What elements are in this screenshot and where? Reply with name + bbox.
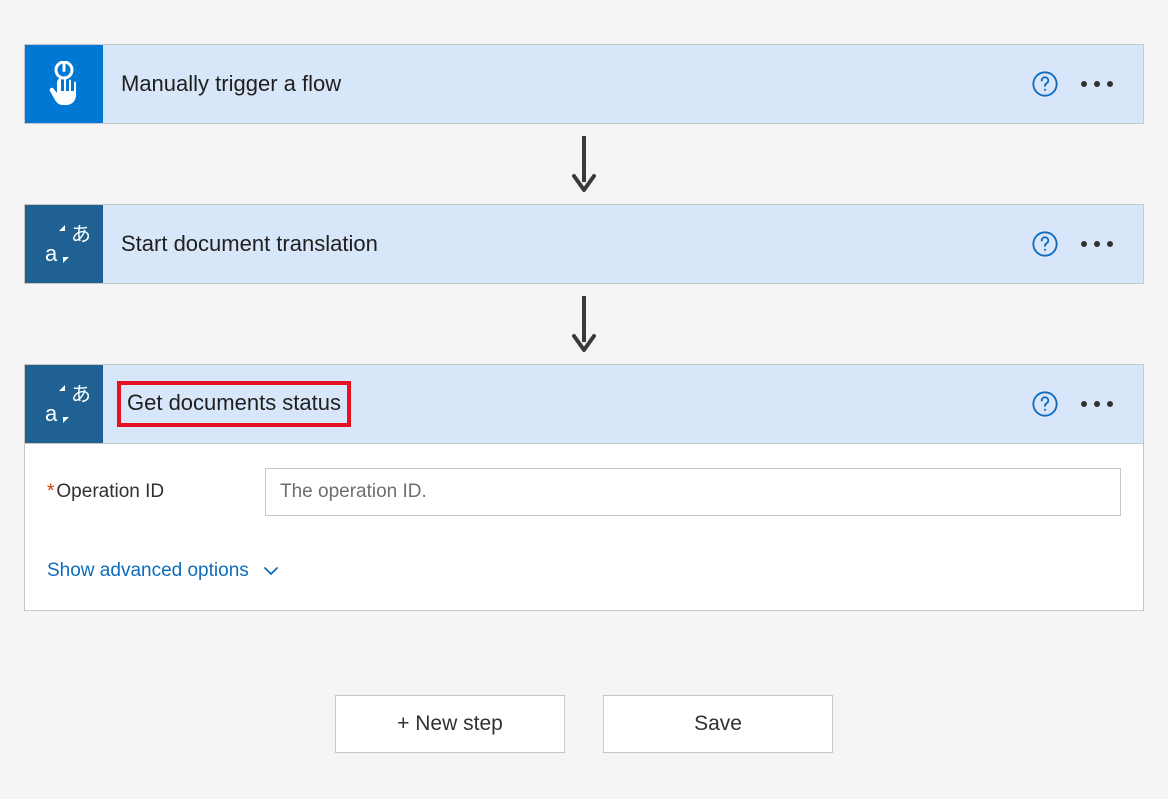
- flow-step-start-translation[interactable]: あ a Start document translation: [24, 204, 1144, 284]
- flow-step-get-documents-status: あ a Get documents status: [24, 364, 1144, 611]
- designer-footer: + New step Save: [24, 695, 1144, 753]
- save-button[interactable]: Save: [603, 695, 833, 753]
- new-step-button[interactable]: + New step: [335, 695, 565, 753]
- translator-icon: あ a: [25, 365, 103, 443]
- param-label-text: Operation ID: [56, 481, 164, 503]
- show-advanced-options[interactable]: Show advanced options: [47, 560, 281, 582]
- chevron-down-icon: [261, 561, 281, 581]
- help-icon[interactable]: [1031, 230, 1059, 258]
- step-title-highlighted: Get documents status: [103, 381, 1031, 427]
- flow-designer-canvas: Manually trigger a flow: [0, 0, 1168, 799]
- flow-arrow: [566, 284, 602, 364]
- flow-arrow: [566, 124, 602, 204]
- more-options-icon[interactable]: [1079, 235, 1115, 253]
- svg-text:a: a: [45, 401, 58, 426]
- more-options-icon[interactable]: [1079, 75, 1115, 93]
- svg-text:あ: あ: [71, 384, 89, 406]
- step-title: Manually trigger a flow: [103, 71, 1031, 97]
- manual-trigger-icon: [25, 45, 103, 123]
- step-actions: [1031, 390, 1143, 418]
- translator-icon: あ a: [25, 205, 103, 283]
- step-body: * Operation ID Show advanced options: [25, 443, 1143, 610]
- step-title: Start document translation: [103, 231, 1031, 257]
- operation-id-input[interactable]: [265, 468, 1121, 516]
- help-icon[interactable]: [1031, 70, 1059, 98]
- step-header[interactable]: Manually trigger a flow: [25, 45, 1143, 123]
- step-title: Get documents status: [117, 381, 351, 427]
- param-label: * Operation ID: [47, 481, 247, 503]
- more-options-icon[interactable]: [1079, 395, 1115, 413]
- required-mark: *: [47, 481, 54, 503]
- flow-step-trigger[interactable]: Manually trigger a flow: [24, 44, 1144, 124]
- svg-text:a: a: [45, 241, 58, 266]
- step-actions: [1031, 70, 1143, 98]
- svg-text:あ: あ: [71, 224, 89, 246]
- param-operation-id: * Operation ID: [47, 468, 1121, 516]
- help-icon[interactable]: [1031, 390, 1059, 418]
- advanced-options-label: Show advanced options: [47, 560, 249, 582]
- step-actions: [1031, 230, 1143, 258]
- step-header[interactable]: あ a Start document translation: [25, 205, 1143, 283]
- step-header[interactable]: あ a Get documents status: [25, 365, 1143, 443]
